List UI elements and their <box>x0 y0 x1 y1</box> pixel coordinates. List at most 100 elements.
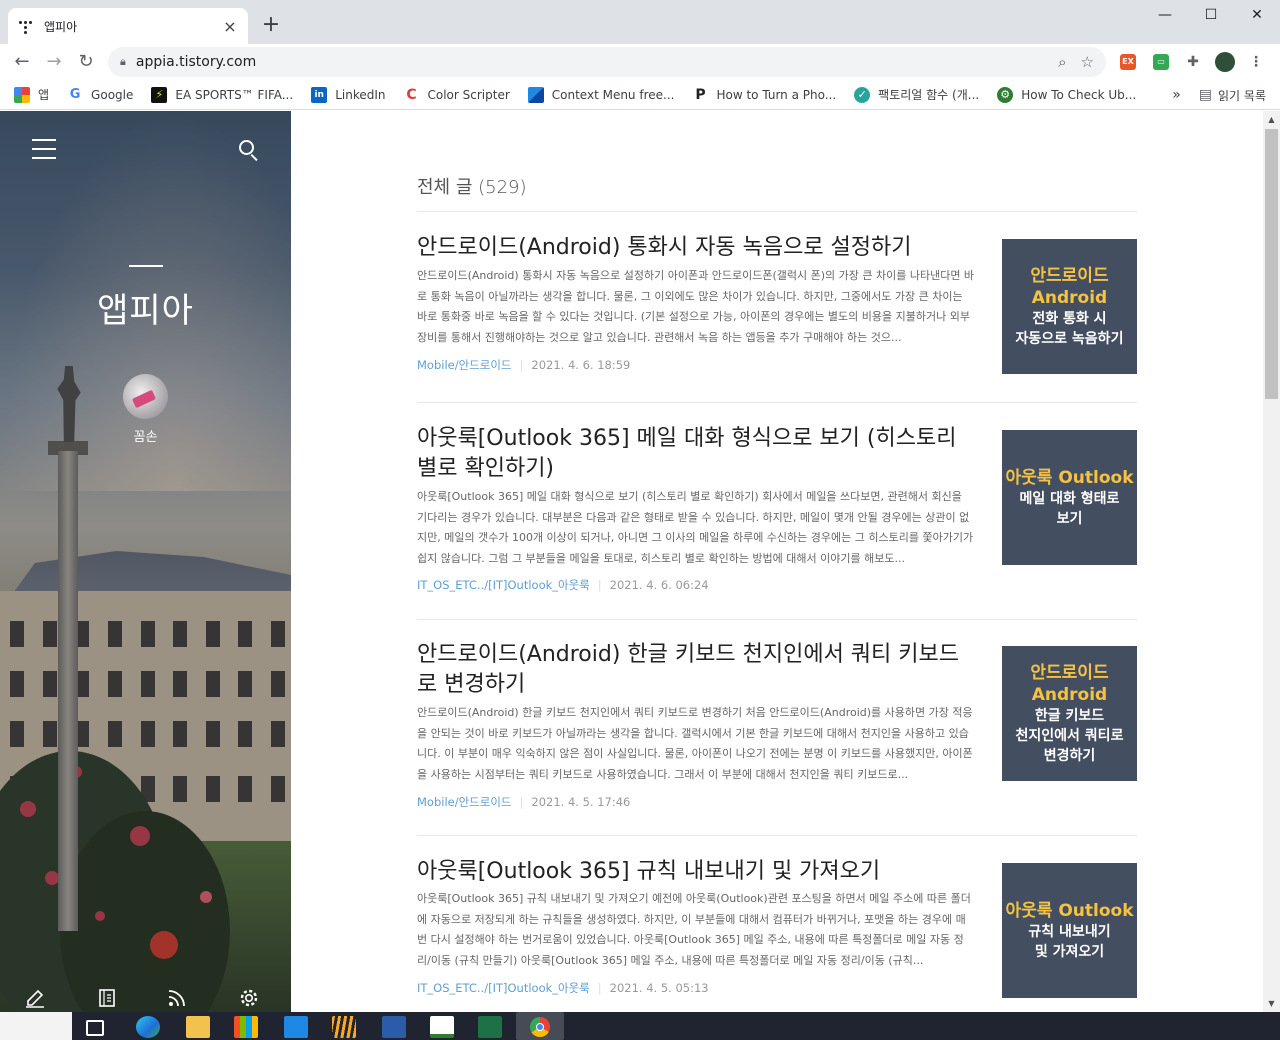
sublime-app-icon[interactable] <box>332 1016 356 1038</box>
post-category[interactable]: Mobile/안드로이드 <box>417 358 512 372</box>
bookmark-label: LinkedIn <box>335 87 386 102</box>
extensions-puzzle-icon[interactable]: ✚ <box>1185 54 1201 70</box>
context-menu-icon <box>527 86 544 103</box>
post-category[interactable]: Mobile/안드로이드 <box>417 795 512 809</box>
url-text[interactable]: appia.tistory.com <box>136 54 1044 70</box>
forward-arrow-icon[interactable]: → <box>40 48 68 76</box>
post-meta: Mobile/안드로이드 | 2021. 4. 6. 18:59 <box>417 358 631 372</box>
ea-sports-icon: ⚡ <box>151 86 168 103</box>
title-divider <box>129 265 163 267</box>
post-date: 2021. 4. 5. 05:13 <box>609 981 709 995</box>
back-arrow-icon[interactable]: ← <box>8 48 36 76</box>
excel-icon[interactable] <box>478 1016 502 1038</box>
post-category[interactable]: IT_OS_ETC../[IT]Outlook_아웃룩 <box>417 578 590 592</box>
write-pencil-icon[interactable] <box>24 987 46 1009</box>
maximize-button[interactable]: ☐ <box>1188 0 1234 30</box>
extension-icon-green[interactable]: ▭ <box>1153 54 1169 70</box>
bookmark-label: How To Check Ub... <box>1021 87 1137 102</box>
bookmark-label: EA SPORTS™ FIFA... <box>175 87 294 102</box>
chrome-menu-icon[interactable]: ⋮ <box>1248 54 1264 70</box>
bookmark-how-to-turn[interactable]: P How to Turn a Pho... <box>692 86 836 103</box>
file-explorer-icon[interactable] <box>186 1016 210 1038</box>
browser-toolbar: ← → ↻ 🔒︎ appia.tistory.com ⌕ ☆ EX ▭ ✚ ⋮ <box>0 44 1280 80</box>
bookmark-label: Google <box>91 87 134 102</box>
mail-icon[interactable] <box>284 1016 308 1038</box>
bookmark-label: 팩토리얼 함수 (개... <box>878 88 980 102</box>
post-meta: Mobile/안드로이드 | 2021. 4. 5. 17:46 <box>417 795 631 809</box>
bookmark-star-icon[interactable]: ☆ <box>1081 53 1094 71</box>
lock-icon[interactable]: 🔒︎ <box>120 55 126 69</box>
hamburger-menu-icon[interactable] <box>32 139 56 159</box>
new-tab-button[interactable]: + <box>258 12 284 38</box>
post-date: 2021. 4. 6. 18:59 <box>531 358 631 372</box>
post-title[interactable]: 아웃룩[Outlook 365] 메일 대화 형식으로 보기 (히스토리 별로 … <box>417 424 977 484</box>
post-date: 2021. 4. 6. 06:24 <box>609 578 709 592</box>
blog-title[interactable]: 앱피아 <box>0 283 291 332</box>
post-excerpt[interactable]: 안드로이드(Android) 한글 키보드 천지인에서 쿼티 키보드로 변경하기… <box>417 703 975 785</box>
minimize-button[interactable]: — <box>1142 0 1188 30</box>
post-excerpt[interactable]: 안드로이드(Android) 통화시 자동 녹음으로 설정하기 아이폰과 안드로… <box>417 266 975 348</box>
reload-icon[interactable]: ↻ <box>72 48 100 76</box>
bookmark-color-scripter[interactable]: C Color Scripter <box>403 86 510 103</box>
chart-app-icon[interactable] <box>430 1016 454 1038</box>
bookmark-context-menu[interactable]: Context Menu free... <box>527 86 675 103</box>
scrollbar-thumb[interactable] <box>1265 129 1278 399</box>
bookmark-how-to-check[interactable]: ⚙ How To Check Ub... <box>997 86 1137 103</box>
shield-check-icon: ✓ <box>854 86 871 103</box>
task-view-icon[interactable] <box>86 1020 104 1036</box>
post-excerpt[interactable]: 아웃룩[Outlook 365] 메일 대화 형식으로 보기 (히스토리 별로 … <box>417 487 975 569</box>
post-meta: IT_OS_ETC../[IT]Outlook_아웃룩 | 2021. 4. 6. … <box>417 578 709 592</box>
edge-browser-icon[interactable] <box>136 1016 160 1038</box>
bookmark-factorial[interactable]: ✓ 팩토리얼 함수 (개... <box>854 86 979 103</box>
bookmarks-more-icon[interactable]: » <box>1172 87 1181 103</box>
thumbnail-title: 아웃룩 Outlook <box>1005 900 1134 921</box>
settings-gear-icon[interactable] <box>238 987 260 1009</box>
tab-close-icon[interactable]: × <box>222 17 238 36</box>
thumbnail-title: 아웃룩 Outlook <box>1005 467 1134 488</box>
post-thumbnail[interactable]: 아웃룩 Outlook 규칙 내보내기 및 가져오기 <box>1002 863 1137 998</box>
microsoft-store-icon[interactable] <box>234 1016 258 1038</box>
page-scrollbar[interactable]: ▲ ▼ <box>1263 111 1280 1012</box>
thumbnail-subtitle: 규칙 내보내기 및 가져오기 <box>1028 923 1111 960</box>
post-title[interactable]: 안드로이드(Android) 한글 키보드 천지인에서 쿼티 키보드로 변경하기 <box>417 640 977 700</box>
post-excerpt[interactable]: 아웃룩[Outlook 365] 규칙 내보내기 및 가져오기 예전에 아웃룩(… <box>417 889 975 971</box>
extension-icon-orange[interactable]: EX <box>1120 54 1136 70</box>
taskbar-search-box[interactable] <box>0 1012 72 1040</box>
search-icon[interactable] <box>238 139 260 162</box>
powershell-icon[interactable] <box>382 1016 406 1038</box>
reading-list-icon[interactable]: ▤ <box>1199 87 1212 103</box>
author-avatar[interactable] <box>123 374 168 419</box>
post-title[interactable]: 아웃룩[Outlook 365] 규칙 내보내기 및 가져오기 <box>417 857 977 887</box>
post-thumbnail[interactable]: 안드로이드 Android 한글 키보드 천지인에서 쿼티로 변경하기 <box>1002 646 1137 781</box>
sidebar-bottom-icons <box>0 987 291 1012</box>
post-title[interactable]: 안드로이드(Android) 통화시 자동 녹음으로 설정하기 <box>417 233 977 263</box>
browser-tab[interactable]: 앱피아 × <box>8 8 248 44</box>
close-window-button[interactable]: ✕ <box>1234 0 1280 30</box>
bookmark-ea-sports[interactable]: ⚡ EA SPORTS™ FIFA... <box>151 86 294 103</box>
post-thumbnail[interactable]: 아웃룩 Outlook 메일 대화 형태로 보기 <box>1002 430 1137 565</box>
post-category[interactable]: IT_OS_ETC../[IT]Outlook_아웃룩 <box>417 981 590 995</box>
bookmark-linkedin[interactable]: in LinkedIn <box>311 86 386 103</box>
scroll-down-arrow-icon[interactable]: ▼ <box>1263 995 1280 1012</box>
zoom-search-icon[interactable]: ⌕ <box>1058 53 1066 71</box>
post-list-area: 전체 글 (529) 안드로이드(Android) 통화시 자동 녹음으로 설정… <box>291 111 1263 1012</box>
post-divider <box>417 619 1137 620</box>
address-bar[interactable]: 🔒︎ appia.tistory.com ⌕ ☆ <box>108 47 1106 77</box>
scroll-up-arrow-icon[interactable]: ▲ <box>1263 111 1280 128</box>
blog-sidebar: 앱피아 꼼손 <box>0 111 291 1012</box>
guestbook-icon[interactable] <box>96 987 118 1009</box>
post-divider <box>417 402 1137 403</box>
profile-avatar[interactable] <box>1215 52 1235 72</box>
reading-list-label[interactable]: 읽기 목록 <box>1218 87 1266 104</box>
post-thumbnail[interactable]: 안드로이드 Android 전화 통화 시 자동으로 녹음하기 <box>1002 239 1137 374</box>
post-divider <box>417 835 1137 836</box>
rss-feed-icon[interactable] <box>166 987 188 1009</box>
post-date: 2021. 4. 5. 17:46 <box>531 795 631 809</box>
bookmark-apps[interactable]: 앱 <box>14 86 49 103</box>
thumbnail-subtitle: 한글 키보드 천지인에서 쿼티로 변경하기 <box>1015 707 1124 764</box>
bookmark-google[interactable]: G Google <box>67 86 134 103</box>
tab-strip: 앱피아 × + — ☐ ✕ <box>0 0 1280 44</box>
bookmark-label: Context Menu free... <box>551 87 675 102</box>
bookmark-label: Color Scripter <box>427 87 510 102</box>
chrome-taskbar-button[interactable] <box>516 1012 564 1040</box>
